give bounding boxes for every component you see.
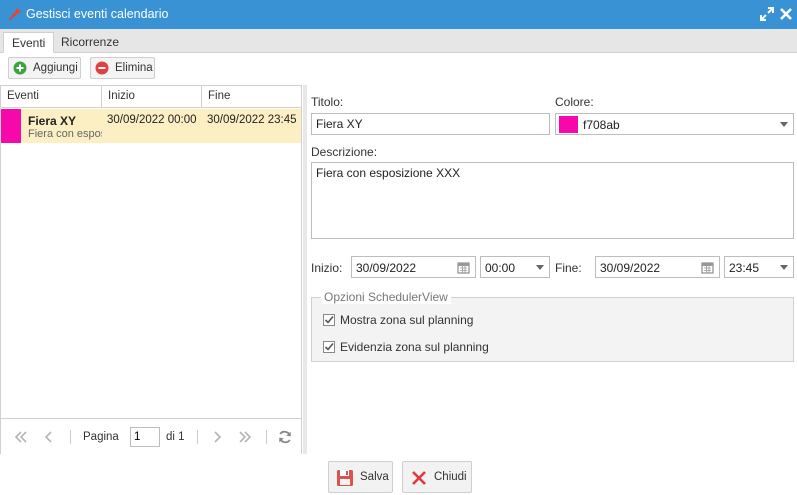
- panel-splitter[interactable]: [303, 85, 307, 454]
- toolbar: Aggiungi Elimina: [0, 54, 797, 83]
- plus-circle-icon: [13, 61, 27, 75]
- window-title: Gestisci eventi calendario: [26, 7, 169, 21]
- scheduler-options-fieldset: Opzioni SchedulerView Mostra zona sul pl…: [311, 290, 794, 362]
- start-time-value: 00:00: [485, 261, 516, 275]
- start-time-select[interactable]: 00:00: [480, 256, 550, 278]
- close-icon[interactable]: [778, 6, 794, 22]
- event-end: 30/09/2022 23:45: [207, 114, 297, 126]
- save-button-label: Salva: [360, 471, 389, 483]
- close-button[interactable]: Chiudi: [402, 461, 472, 493]
- color-select[interactable]: f708ab: [555, 113, 794, 135]
- event-title: Fiera XY: [28, 114, 77, 128]
- chevron-down-icon: [780, 122, 788, 127]
- pager: Pagina di 1: [1, 418, 301, 454]
- page-label: Pagina: [83, 431, 119, 443]
- color-value: f708ab: [583, 118, 620, 132]
- pager-separator: [197, 430, 198, 444]
- column-header-fine[interactable]: Fine: [202, 86, 301, 108]
- next-page-icon[interactable]: [209, 429, 225, 445]
- color-swatch: [559, 116, 578, 133]
- highlight-zone-checkbox[interactable]: [323, 341, 335, 353]
- save-button[interactable]: Salva: [328, 461, 393, 493]
- add-button[interactable]: Aggiungi: [8, 57, 81, 79]
- column-header-inizio[interactable]: Inizio: [102, 86, 202, 108]
- chevron-down-icon: [536, 265, 544, 270]
- end-date-picker[interactable]: 30/09/2022: [595, 256, 720, 278]
- event-subtitle: Fiera con esposizione XXX: [28, 128, 102, 140]
- tab-bar: Eventi Ricorrenze: [0, 29, 797, 53]
- column-header-eventi[interactable]: Eventi: [1, 86, 102, 108]
- end-label: Fine:: [555, 261, 582, 275]
- grid-header: Eventi Inizio Fine: [1, 86, 301, 108]
- x-icon: [412, 471, 426, 485]
- add-button-label: Aggiungi: [33, 62, 78, 74]
- highlight-zone-label: Evidenzia zona sul planning: [340, 340, 489, 354]
- minus-circle-icon: [95, 61, 109, 75]
- pager-separator: [266, 430, 267, 444]
- show-zone-checkbox[interactable]: [323, 314, 335, 326]
- event-start: 30/09/2022 00:00: [107, 114, 197, 126]
- close-button-label: Chiudi: [434, 471, 467, 483]
- page-number-input[interactable]: [130, 427, 160, 447]
- maximize-icon[interactable]: [759, 6, 775, 22]
- first-page-icon[interactable]: [13, 429, 29, 445]
- calendar-icon[interactable]: [701, 261, 714, 274]
- events-grid: Eventi Inizio Fine Fiera XY Fiera con es…: [0, 85, 302, 454]
- calendar-icon[interactable]: [457, 261, 470, 274]
- end-time-select[interactable]: 23:45: [724, 256, 794, 278]
- start-date-picker[interactable]: 30/09/2022: [351, 256, 476, 278]
- event-color-swatch: [1, 109, 21, 143]
- pager-separator: [70, 430, 71, 444]
- description-label: Descrizione:: [311, 145, 378, 159]
- page-count-label: di 1: [166, 431, 185, 443]
- tab-eventi[interactable]: Eventi: [3, 32, 55, 53]
- table-row[interactable]: Fiera XY Fiera con esposizione XXX 30/09…: [1, 109, 301, 143]
- tab-ricorrenze[interactable]: Ricorrenze: [53, 32, 127, 53]
- refresh-icon[interactable]: [277, 429, 293, 445]
- color-label: Colore:: [555, 95, 594, 109]
- floppy-disk-icon: [337, 470, 353, 486]
- start-date-value: 30/09/2022: [356, 261, 417, 275]
- delete-button[interactable]: Elimina: [90, 57, 155, 79]
- show-zone-label: Mostra zona sul planning: [340, 313, 474, 327]
- end-date-value: 30/09/2022: [600, 261, 661, 275]
- last-page-icon[interactable]: [237, 429, 253, 445]
- scheduler-options-legend: Opzioni SchedulerView: [321, 290, 451, 304]
- previous-page-icon[interactable]: [41, 429, 57, 445]
- description-textarea[interactable]: Fiera con esposizione XXX: [311, 162, 794, 239]
- window-titlebar: Gestisci eventi calendario: [0, 0, 797, 29]
- chevron-down-icon: [780, 265, 788, 270]
- title-label: Titolo:: [311, 95, 344, 109]
- title-input[interactable]: [311, 113, 550, 135]
- start-label: Inizio:: [311, 261, 343, 275]
- delete-button-label: Elimina: [115, 62, 153, 74]
- end-time-value: 23:45: [729, 261, 760, 275]
- pin-icon: [8, 8, 21, 21]
